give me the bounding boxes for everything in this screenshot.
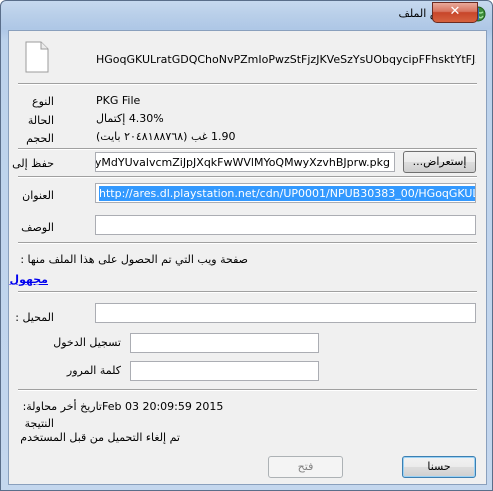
- close-button[interactable]: ✕: [432, 2, 478, 23]
- last-try-label: تاريخ أخر محاولة:: [22, 400, 102, 413]
- password-label: كلمة المرور: [66, 364, 121, 377]
- result-value: تم إلغاء التحميل من قبل المستخدم: [20, 431, 180, 444]
- separator: [18, 242, 477, 244]
- description-field[interactable]: [95, 215, 476, 235]
- save-to-field[interactable]: JXjJyMdYUvalvcmZiJpJXqkFwWVlMYoQMwyXzvhB…: [95, 152, 395, 172]
- address-label: العنوان: [22, 189, 54, 202]
- status-value: 4.30% إكتمال: [96, 112, 164, 125]
- type-label: النوع: [32, 95, 54, 108]
- title-bar[interactable]: خصائص الملف ✕: [1, 1, 492, 29]
- close-icon: ✕: [449, 4, 461, 19]
- properties-window: خصائص الملف ✕ HGoqGKULratGDQChoNvPZmIoPw…: [0, 0, 493, 491]
- open-button[interactable]: فتح: [268, 456, 343, 478]
- password-field[interactable]: [130, 361, 319, 381]
- file-icon: [25, 41, 49, 73]
- browse-button[interactable]: إستعراض...: [403, 151, 476, 173]
- separator: [18, 291, 477, 293]
- save-to-value: JXjJyMdYUvalvcmZiJpJXqkFwWVlMYoQMwyXzvhB…: [95, 156, 390, 169]
- type-value: PKG File: [96, 94, 141, 107]
- dialog-body: HGoqGKULratGDQChoNvPZmIoPwzStFjzJKVeSzYs…: [8, 30, 487, 485]
- address-value: http://ares.dl.playstation.net/cdn/UP000…: [99, 186, 475, 201]
- separator: [18, 83, 477, 85]
- status-label: الحالة: [27, 114, 54, 127]
- result-label: النتيجة: [24, 417, 54, 430]
- last-try-value: Feb 03 20:09:59 2015: [102, 400, 224, 413]
- address-field[interactable]: http://ares.dl.playstation.net/cdn/UP000…: [95, 183, 476, 203]
- referrer-label: المحيل :: [15, 311, 54, 324]
- login-field[interactable]: [130, 333, 319, 353]
- size-value: 1.90 غب (٢٠٤٨١٨٨٧٦٨ بايت): [96, 130, 236, 143]
- description-label: الوصف: [21, 221, 54, 234]
- webpage-link[interactable]: مجهول: [10, 273, 48, 286]
- separator: [18, 176, 477, 178]
- referrer-field[interactable]: [95, 303, 476, 323]
- webpage-label: صفحة ويب التي تم الحصول على هذا الملف من…: [20, 253, 248, 266]
- separator: [18, 389, 477, 391]
- ok-button[interactable]: حسنا: [402, 456, 476, 478]
- separator: [18, 148, 477, 150]
- file-name: HGoqGKULratGDQChoNvPZmIoPwzStFjzJKVeSzYs…: [96, 53, 476, 66]
- size-label: الحجم: [26, 132, 54, 145]
- save-to-label: حفظ إلى: [12, 157, 54, 170]
- login-label: تسجيل الدخول: [53, 336, 121, 349]
